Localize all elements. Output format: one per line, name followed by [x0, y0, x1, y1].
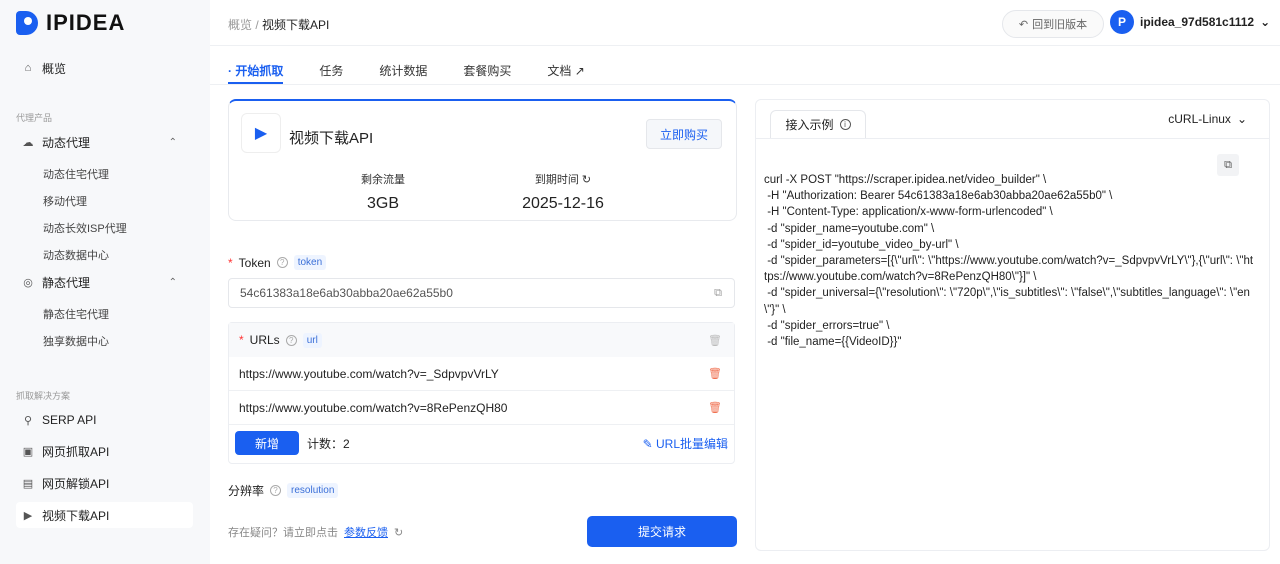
sidebar-item-static-residential[interactable]: 静态住宅代理 — [43, 306, 109, 322]
header: 概览 / 视频下载API ↶ 回到旧版本 Pipidea_97d581c1112 ⌄ — [210, 0, 1280, 46]
sidebar: IPIDEA ⌂ 概览 代理产品 ☁ 动态代理 ⌃ 动态住宅代理 移动代理 动态长效I… — [0, 0, 210, 564]
logo[interactable]: IPIDEA — [16, 10, 125, 36]
breadcrumb-current: 视频下载API — [262, 18, 330, 32]
cloud-icon: ☁ — [22, 136, 34, 149]
example-panel: 接入示例 i cURL-Linux ⌄ ⧉ curl -X POST "https:… — [755, 99, 1270, 551]
divider — [756, 138, 1269, 139]
sidebar-item-datacenter[interactable]: 动态数据中心 — [43, 247, 109, 263]
video-icon: ▶ — [23, 509, 33, 522]
sidebar-item-scraper-api[interactable]: ▣ 网页抓取API — [16, 438, 193, 464]
old-version-button[interactable]: ↶ 回到旧版本 — [1002, 10, 1104, 38]
tab-tasks[interactable]: 任务 — [319, 62, 343, 84]
sidebar-item-mobile[interactable]: 移动代理 — [43, 193, 87, 209]
url-count: 计数：2 — [307, 436, 350, 451]
sidebar-item-serp-api[interactable]: ⚲ SERP API — [16, 407, 193, 433]
video-icon: ▶ — [241, 113, 281, 153]
help-icon: ? — [276, 257, 288, 268]
tab-stats[interactable]: 统计数据 — [379, 62, 427, 84]
home-icon: ⌂ — [24, 62, 32, 74]
edit-icon: ✎ — [642, 436, 653, 451]
search-icon: ⚲ — [23, 414, 33, 427]
user-menu[interactable]: Pipidea_97d581c1112 ⌄ — [1110, 10, 1270, 34]
refresh-icon[interactable]: ↻ — [582, 174, 591, 186]
tab-start[interactable]: · 开始抓取 — [228, 62, 284, 84]
chevron-down-icon: ⌄ — [1236, 112, 1247, 126]
chevron-up-icon: ⌃ — [168, 136, 177, 148]
urls-header: * URLs? url 🗑 — [229, 323, 734, 357]
avatar: P — [1110, 10, 1134, 34]
sidebar-item-static-proxy[interactable]: ◎ 静态代理 ⌃ — [16, 269, 193, 295]
url-row[interactable]: https://www.youtube.com/watch?v=_SdpvpvV… — [229, 357, 734, 391]
external-link-icon: ↗ — [574, 64, 585, 78]
info-icon: i — [839, 119, 851, 130]
buy-now-button[interactable]: 立即购买 — [646, 119, 722, 149]
chevron-down-icon: ⌄ — [1260, 15, 1271, 29]
divider — [210, 84, 1280, 85]
web-icon: ▣ — [22, 445, 34, 458]
nav-group-label: 抓取解决方案 — [16, 391, 71, 401]
add-url-button[interactable]: 新增 — [235, 431, 299, 455]
code-example: curl -X POST "https://scraper.ipidea.net… — [764, 174, 1254, 349]
expiry-date: 到期时间 ↻ 2025-12-16 — [522, 174, 604, 212]
sidebar-item-overview[interactable]: ⌂ 概览 — [16, 55, 193, 81]
tab-example[interactable]: 接入示例 i — [770, 110, 866, 138]
delete-icon[interactable]: 🗑 — [708, 367, 722, 380]
product-card: ▶ 视频下载API 立即购买 剩余流量 3GB 到期时间 ↻ 2025-12-16 — [228, 99, 737, 221]
help-icon: ? — [270, 485, 282, 496]
sidebar-item-dynamic-residential[interactable]: 动态住宅代理 — [43, 166, 109, 182]
language-select[interactable]: cURL-Linux ⌄ — [1168, 112, 1247, 126]
globe-icon: ◎ — [23, 276, 33, 289]
tab-docs[interactable]: 文档 ↗ — [547, 62, 584, 84]
token-label: * Token? token — [228, 255, 327, 270]
token-input[interactable]: 54c61383a18e6ab30abba20ae62a55b0 ⧉ — [228, 278, 735, 308]
feedback-link[interactable]: 参数反馈 — [344, 524, 388, 540]
help-text: 存在疑问？请立即点击 参数反馈 ↻ — [228, 524, 403, 540]
urls-field: * URLs? url 🗑 https://www.youtube.com/watch… — [228, 322, 735, 464]
clear-all-icon[interactable]: 🗑 — [708, 334, 722, 347]
chevron-up-icon: ⌃ — [168, 276, 177, 288]
sidebar-item-dynamic-proxy[interactable]: ☁ 动态代理 ⌃ — [16, 129, 193, 155]
copy-icon[interactable]: ⧉ — [714, 287, 722, 300]
product-name: 视频下载API — [289, 130, 374, 147]
remaining-traffic: 剩余流量 3GB — [361, 174, 405, 212]
tabs: · 开始抓取 任务 统计数据 套餐购买 文档 ↗ — [228, 62, 621, 84]
help-icon: ? — [285, 334, 297, 346]
tab-purchase[interactable]: 套餐购买 — [463, 62, 511, 84]
sidebar-item-isp[interactable]: 动态长效ISP代理 — [43, 220, 127, 236]
refresh-icon[interactable]: ↻ — [394, 526, 403, 539]
unlock-icon: ▤ — [22, 477, 34, 490]
breadcrumb-root[interactable]: 概览 — [228, 18, 252, 32]
delete-icon[interactable]: 🗑 — [708, 401, 722, 414]
batch-edit-button[interactable]: ✎ URL批量编辑 — [643, 435, 728, 452]
url-row[interactable]: https://www.youtube.com/watch?v=8RePenzQ… — [229, 391, 734, 425]
back-icon: ↶ — [1018, 18, 1029, 31]
nav-group-label: 代理产品 — [16, 113, 53, 123]
sidebar-item-video-api[interactable]: ▶ 视频下载API — [16, 502, 193, 528]
submit-button[interactable]: 提交请求 — [587, 516, 737, 547]
logo-icon — [16, 11, 38, 35]
sidebar-item-unlocker-api[interactable]: ▤ 网页解锁API — [16, 470, 193, 496]
sidebar-item-dedicated-dc[interactable]: 独享数据中心 — [43, 333, 109, 349]
resolution-label: 分辨率? resolution — [228, 482, 339, 499]
breadcrumb: 概览 / 视频下载API — [228, 18, 330, 32]
